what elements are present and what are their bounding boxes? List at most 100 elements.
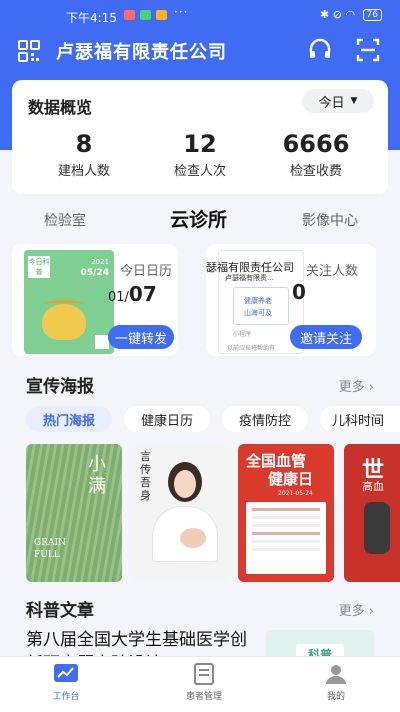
overview-title: 数据概览 — [28, 98, 93, 117]
poster-figure — [364, 502, 390, 554]
patient-list-icon — [194, 663, 214, 685]
stat-label: 建档人数 — [57, 164, 110, 179]
share-button[interactable]: 一键转发 — [108, 325, 174, 349]
stat-fees: 6666 检查收费 — [256, 130, 376, 179]
wifi-icon: ◠ — [345, 8, 356, 21]
calendar-month: 01/ — [108, 290, 129, 305]
text-line — [252, 532, 320, 535]
calendar-label: 今日日历 — [120, 264, 173, 279]
poster-subtitle: 高血 — [362, 480, 384, 493]
stat-value: 6666 — [282, 130, 350, 158]
followers-card[interactable]: 卢瑟福有限责… 健康养老 山海可及 小程序 以前应当将帮助有 瑟福有限责任公司 … — [206, 244, 376, 356]
stat-label: 检查收费 — [289, 164, 342, 179]
stat-label: 检查人次 — [173, 164, 226, 179]
chip-health-calendar[interactable]: 健康日历 — [124, 406, 210, 432]
text-line — [252, 548, 320, 551]
invite-button[interactable]: 邀请关注 — [290, 325, 362, 349]
baby — [180, 528, 206, 548]
nav-label: 我的 — [326, 692, 345, 702]
daily-calendar-card[interactable]: 今日科普 2021 05/24 今日日历 01/07 一键转发 — [12, 244, 178, 356]
page-title: 卢瑟福有限责任公司 — [56, 42, 227, 63]
chip-hot-posters[interactable]: 热门海报 — [26, 406, 112, 432]
nav-mine[interactable]: 我的 — [296, 663, 376, 702]
stat-checks: 12 检查人次 — [140, 130, 260, 179]
qr-code-icon — [95, 335, 109, 349]
ox-horns — [44, 300, 84, 308]
poster-world-day[interactable]: 世 高血 — [344, 444, 400, 582]
text-line — [252, 508, 320, 511]
poster-date: 2021-05-24 — [278, 490, 313, 497]
notification-icon — [140, 10, 151, 20]
company-overlay: 瑟福有限责任公司 — [206, 261, 294, 274]
calendar-day: 07 — [128, 282, 157, 306]
period-select[interactable]: 今日 ▼ — [302, 89, 374, 113]
more-posters-link[interactable]: 更多 › — [339, 376, 374, 395]
nav-workbench[interactable]: 工作台 — [26, 663, 106, 702]
more-articles-link[interactable]: 更多 › — [339, 600, 374, 619]
status-time: 下午4:15 — [66, 11, 117, 25]
poster-mother-baby[interactable]: 言传吾身 — [132, 444, 228, 582]
mute-icon: ⊘ — [332, 8, 342, 21]
followers-label: 关注人数 — [306, 264, 359, 279]
calendar-date: 01/07 — [108, 282, 157, 306]
bottom-navigation: 工作台 患者管理 我的 — [0, 656, 400, 712]
tab-cloud-clinic[interactable]: 云诊所 — [170, 205, 227, 232]
section-title: 宣传海报 — [26, 377, 94, 397]
notification-icon — [156, 10, 167, 20]
ox-illustration — [42, 304, 86, 340]
service-tabs: 检验室 云诊所 影像中心 — [0, 202, 400, 236]
thumb-badge: 今日科普 — [28, 256, 50, 278]
stat-value: 12 — [183, 130, 217, 158]
period-select-value: 今日 — [318, 95, 345, 111]
system-status: ✱ ⊘ ◠ 76 — [320, 8, 382, 21]
notification-icon — [124, 10, 135, 20]
poster-title: 健康日 — [268, 470, 314, 488]
followers-count: 0 — [292, 280, 306, 304]
more-label: 更多 — [338, 380, 365, 395]
poster-en-text: GRAIN — [34, 538, 66, 548]
chart-line-icon — [54, 664, 78, 682]
thumb-card: 健康养老 山海可及 — [233, 287, 289, 325]
nav-label: 工作台 — [52, 692, 80, 702]
tab-lab[interactable]: 检验室 — [44, 210, 86, 230]
caret-down-icon: ▼ — [350, 96, 358, 106]
poster-en-text: FULL — [34, 550, 60, 560]
more-label: 更多 — [338, 604, 365, 619]
nav-label: 患者管理 — [185, 692, 222, 702]
thumb-text: 山海可及 — [244, 309, 272, 317]
thumb-note: 以前应当将帮助有 — [227, 345, 276, 352]
text-line — [252, 516, 320, 519]
thumb-date: 05/24 — [80, 268, 109, 278]
data-overview-card: 数据概览 今日 ▼ 8 建档人数 12 检查人次 6666 检查收费 — [12, 80, 388, 194]
tab-imaging-center[interactable]: 影像中心 — [302, 210, 358, 230]
scan-icon[interactable] — [354, 36, 382, 64]
stat-value: 8 — [75, 130, 93, 158]
text-line — [252, 540, 320, 543]
stat-records: 8 建档人数 — [24, 130, 144, 179]
user-icon — [326, 665, 346, 684]
mother-face — [174, 470, 196, 498]
status-bar: 下午4:15 ··· ✱ ⊘ ◠ 76 — [0, 0, 400, 28]
section-title: 科普文章 — [26, 601, 94, 621]
text-line — [252, 524, 320, 527]
nav-patient-management[interactable]: 患者管理 — [164, 663, 244, 702]
more-notifications: ··· — [174, 5, 189, 19]
chip-epidemic-prevention[interactable]: 疫情防控 — [222, 406, 308, 432]
qr-code-icon[interactable] — [16, 38, 42, 64]
bluetooth-icon: ✱ — [320, 8, 330, 21]
poster-vertical-text: 言传吾身 — [140, 450, 151, 502]
poster-big-text: 小满 — [88, 454, 106, 497]
chip-pediatrics[interactable]: 儿科时间 — [320, 406, 400, 432]
poster-vascular-health-day[interactable]: 全国血管 健康日 2021-05-24 — [238, 444, 334, 582]
calendar-thumbnail: 今日科普 2021 05/24 — [24, 250, 114, 354]
poster-xiaoman[interactable]: 小满 GRAIN FULL — [26, 444, 122, 582]
posters-section-header: 宣传海报 更多 › — [0, 372, 400, 397]
articles-section-header: 科普文章 更多 › — [0, 596, 400, 621]
customer-service-icon[interactable] — [306, 36, 334, 64]
chevron-right-icon: › — [368, 380, 374, 395]
thumb-text: 健康养老 — [244, 297, 272, 305]
poster-body — [246, 502, 326, 574]
battery-icon: 76 — [362, 9, 382, 21]
chevron-right-icon: › — [368, 604, 374, 619]
app-header: 卢瑟福有限责任公司 — [0, 30, 400, 70]
